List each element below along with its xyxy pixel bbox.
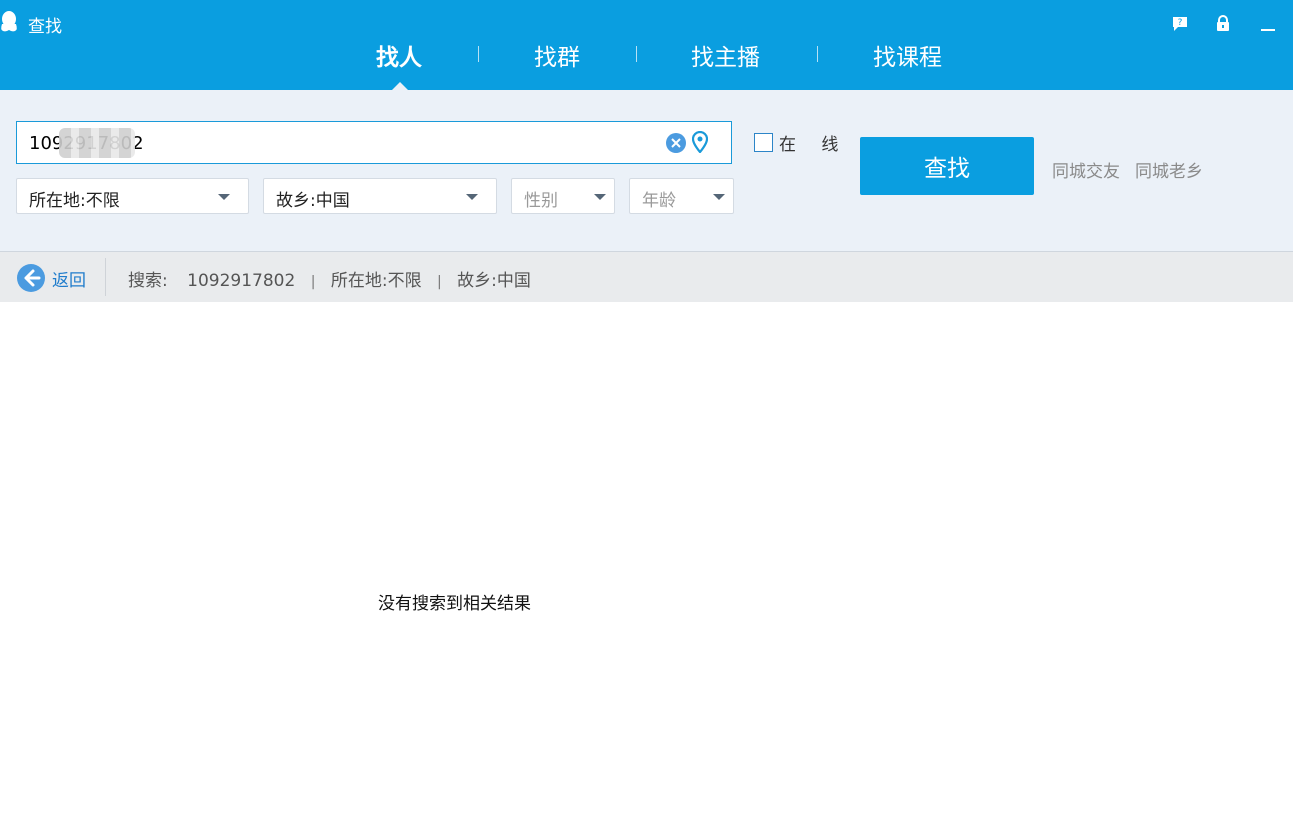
- qq-logo-icon: [1, 11, 17, 32]
- window-title: 查找: [28, 17, 62, 37]
- minimize-icon: [1261, 29, 1275, 31]
- breadcrumb: 返回 搜索: 1092917802 | 所在地:不限 | 故乡:中国: [0, 252, 1293, 302]
- location-dropdown[interactable]: 所在地:不限: [16, 178, 249, 214]
- feedback-icon: ?: [1173, 17, 1187, 31]
- title-bar: 查找 找人 找群 找主播 找课程 ?: [0, 0, 1293, 90]
- tab-divider: [478, 46, 479, 62]
- lock-button[interactable]: [1213, 14, 1233, 34]
- redacted-overlay: [59, 128, 135, 158]
- minimize-button[interactable]: [1258, 14, 1278, 34]
- hometown-dropdown[interactable]: 故乡:中国: [263, 178, 497, 214]
- online-filter[interactable]: 在 线: [754, 130, 848, 155]
- tab-divider: [636, 46, 637, 62]
- back-link[interactable]: 返回: [52, 266, 86, 291]
- gender-dropdown[interactable]: 性别: [511, 178, 615, 214]
- same-city-friends-link[interactable]: 同城交友: [1052, 157, 1120, 182]
- location-dropdown-label: 所在地:不限: [29, 191, 120, 211]
- age-dropdown[interactable]: 年龄: [629, 178, 734, 214]
- clear-icon[interactable]: [665, 132, 687, 154]
- svg-text:?: ?: [1178, 18, 1183, 28]
- chevron-down-icon: [466, 194, 478, 200]
- search-box[interactable]: [16, 121, 732, 164]
- tab-divider: [817, 46, 818, 62]
- search-panel: 在 线 查找 同城交友 同城老乡 所在地:不限 故乡:中国 性别 年龄: [0, 90, 1293, 252]
- breadcrumb-divider: [105, 258, 106, 296]
- search-summary-hometown: 故乡:中国: [457, 271, 531, 291]
- same-city-hometown-link[interactable]: 同城老乡: [1135, 157, 1203, 182]
- hometown-dropdown-label: 故乡:中国: [276, 191, 350, 211]
- feedback-button[interactable]: ?: [1170, 14, 1190, 34]
- age-dropdown-label: 年龄: [642, 191, 676, 211]
- online-checkbox[interactable]: [754, 133, 773, 152]
- location-pin-icon[interactable]: [692, 131, 708, 153]
- back-arrow-icon[interactable]: [16, 263, 46, 293]
- tab-bar: 找人 找群 找主播 找课程: [0, 38, 1293, 78]
- tab-find-people[interactable]: 找人: [376, 38, 422, 72]
- summary-separator: |: [310, 274, 316, 290]
- lock-icon: [1217, 15, 1229, 31]
- active-tab-indicator: [392, 82, 408, 90]
- find-button[interactable]: 查找: [860, 137, 1034, 195]
- chevron-down-icon: [713, 194, 725, 200]
- search-summary-location: 所在地:不限: [330, 271, 422, 291]
- tab-find-course[interactable]: 找课程: [873, 38, 942, 72]
- gender-dropdown-label: 性别: [524, 191, 558, 211]
- tab-find-streamer[interactable]: 找主播: [691, 38, 760, 72]
- tab-find-group[interactable]: 找群: [534, 38, 580, 72]
- search-summary-prefix: 搜索:: [128, 271, 168, 291]
- summary-separator: |: [436, 274, 442, 290]
- chevron-down-icon: [594, 194, 606, 200]
- chevron-down-icon: [218, 194, 230, 200]
- search-summary-query: 1092917802: [187, 271, 296, 291]
- online-label: 在 线: [779, 135, 849, 155]
- empty-results-message: 没有搜索到相关结果: [378, 594, 531, 614]
- search-summary: 搜索: 1092917802 | 所在地:不限 | 故乡:中国: [128, 266, 531, 291]
